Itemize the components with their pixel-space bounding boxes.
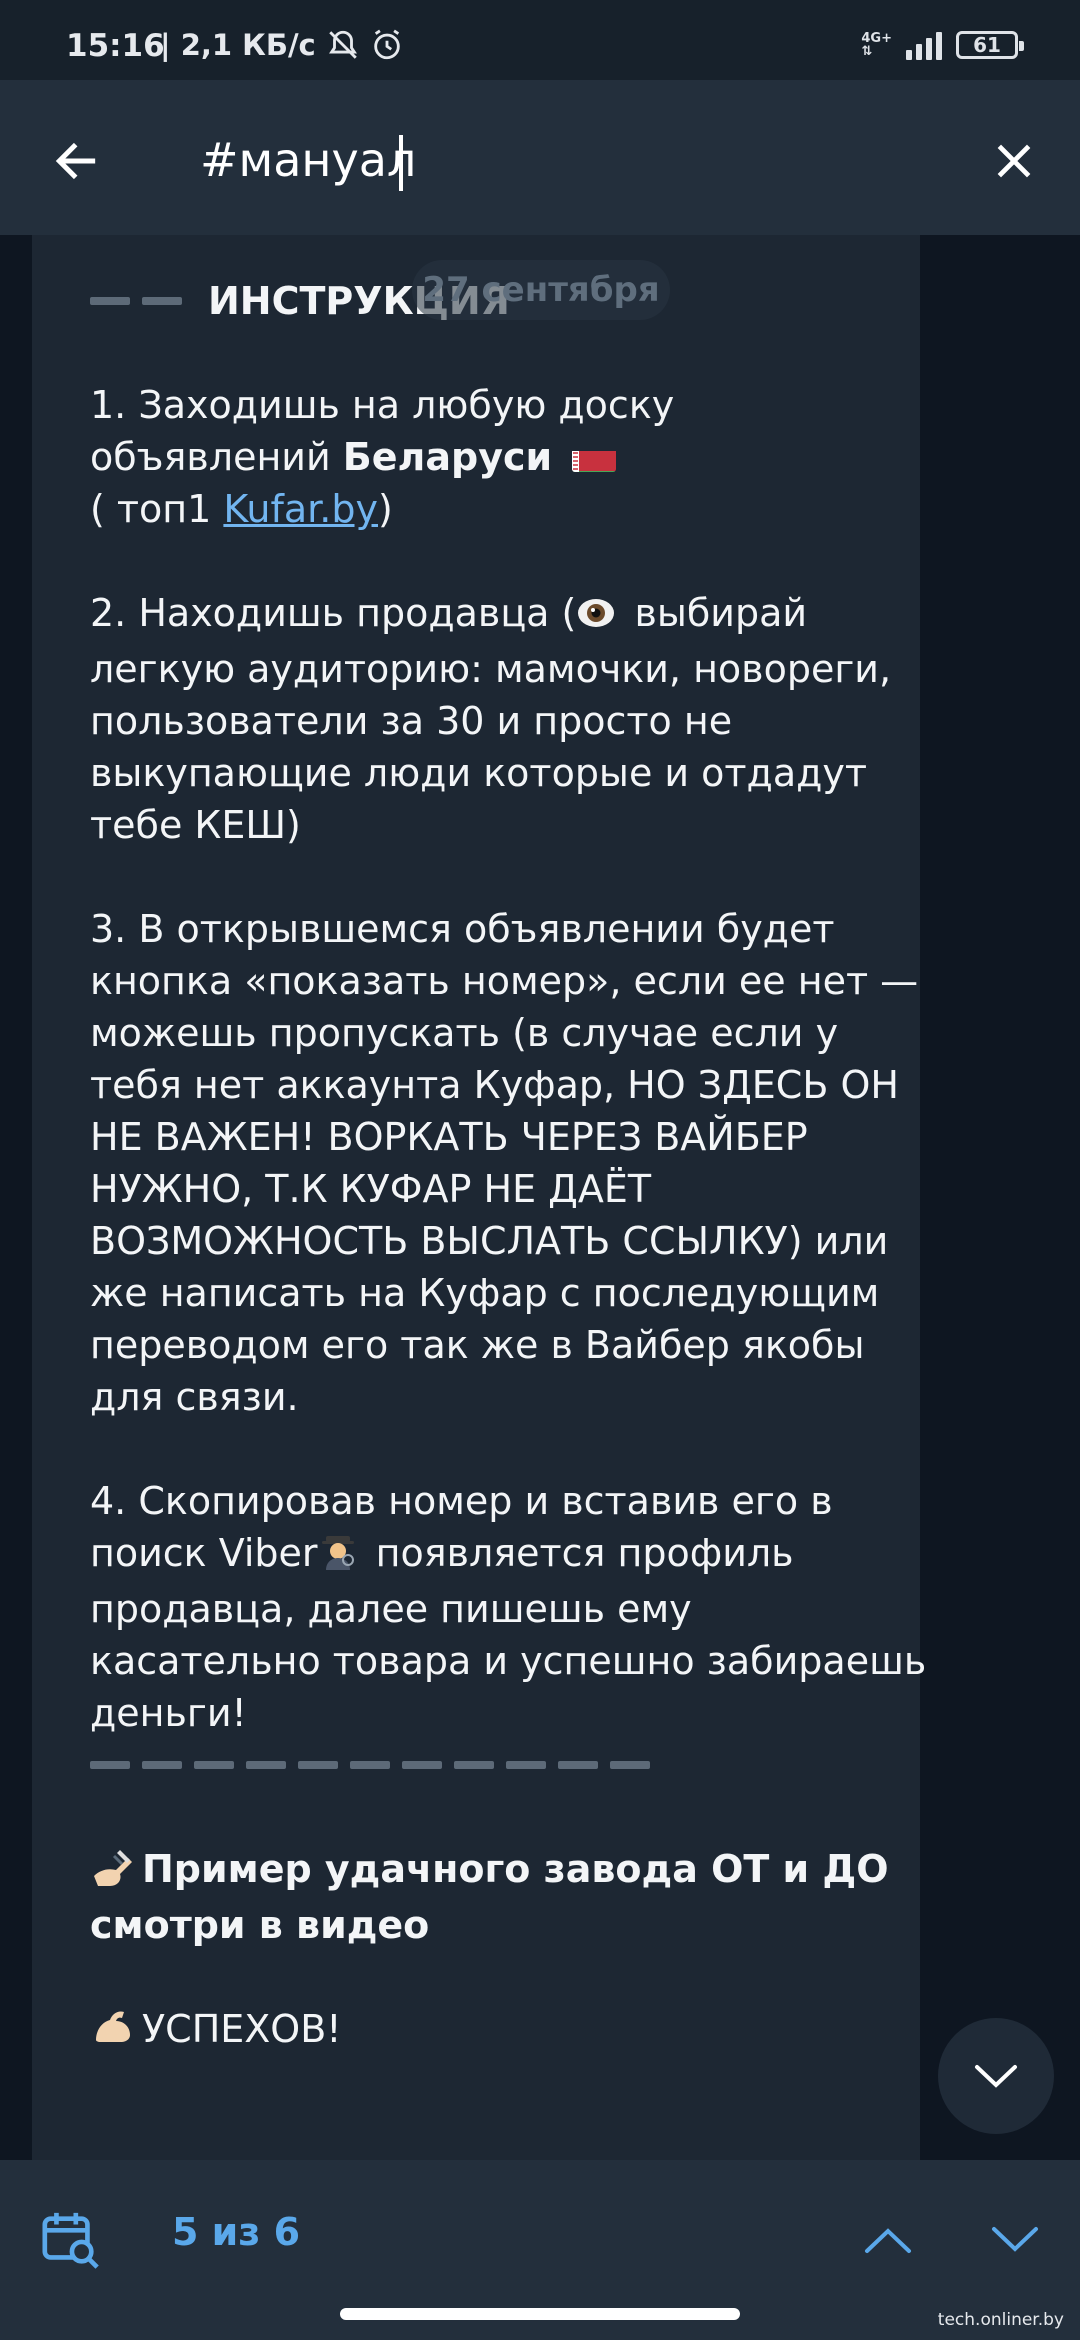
next-result-button[interactable] [975,2200,1055,2280]
network-speed: | 2,1 КБ/с [160,28,316,62]
text-cursor [399,135,403,191]
example-line: Пример удачного завода ОТ и ДО смотри в … [90,1846,889,1947]
detective-icon [318,1530,358,1583]
eye-icon [576,591,616,643]
status-right: 4G+ ⇅ 61 [861,30,1024,60]
paragraph-2: 2. Находишь продавца ( выбирай легкую ау… [90,591,892,847]
battery-level: 61 [973,33,1001,57]
chevron-up-icon [865,2228,911,2253]
divider-dashes [90,1739,930,1791]
chat-area[interactable]: ИНСТРУКЦИЯ 1. Заходишь на любую доску об… [0,235,1080,2160]
success-line: УСПЕХОВ! [90,2003,930,2059]
data-arrows-icon: ⇅ [861,44,873,59]
paragraph-4: 4. Скопировав номер и вставив его в поис… [90,1479,927,1735]
mute-icon [326,28,360,66]
alarm-icon [370,28,404,66]
belarus-flag-icon [572,442,617,472]
signal-icon [906,30,942,60]
chevron-down-icon [992,2227,1038,2252]
flexed-biceps-icon [90,2006,136,2059]
search-input[interactable] [200,120,960,200]
scroll-down-button[interactable] [938,2018,1054,2134]
message-text: ИНСТРУКЦИЯ 1. Заходишь на любую доску об… [90,275,930,2059]
calendar-button[interactable] [30,2200,110,2280]
arrow-left-icon [55,142,96,180]
kufar-link[interactable]: Kufar.by [223,487,378,531]
date-pill: 27 сентября [412,260,670,320]
close-icon [997,144,1031,178]
chevron-down-icon [975,2065,1017,2088]
search-results-bar: 5 из 6 tech.onliner.by [0,2160,1080,2340]
back-button[interactable] [40,125,112,197]
calendar-search-icon [42,2212,99,2269]
close-button[interactable] [978,125,1050,197]
results-counter: 5 из 6 [172,2210,301,2254]
home-indicator[interactable] [340,2308,740,2320]
message-bubble[interactable]: ИНСТРУКЦИЯ 1. Заходишь на любую доску об… [32,235,926,2160]
watermark: tech.onliner.by [937,2310,1064,2330]
paragraph-1: 1. Заходишь на любую доску объявлений Бе… [90,383,675,531]
status-time: 15:16 [66,28,165,64]
status-icons: | 2,1 КБ/с [160,28,404,66]
status-bar: 15:16 | 2,1 КБ/с 4G+ ⇅ 61 [0,0,1080,80]
battery-icon: 61 [956,31,1024,59]
network-indicator: 4G+ ⇅ [861,32,892,58]
search-header [0,80,1080,235]
previous-result-button[interactable] [848,2200,928,2280]
paragraph-3: 3. В открывшемся объявлении будет кнопка… [90,907,919,1419]
writing-hand-icon [90,1846,136,1899]
